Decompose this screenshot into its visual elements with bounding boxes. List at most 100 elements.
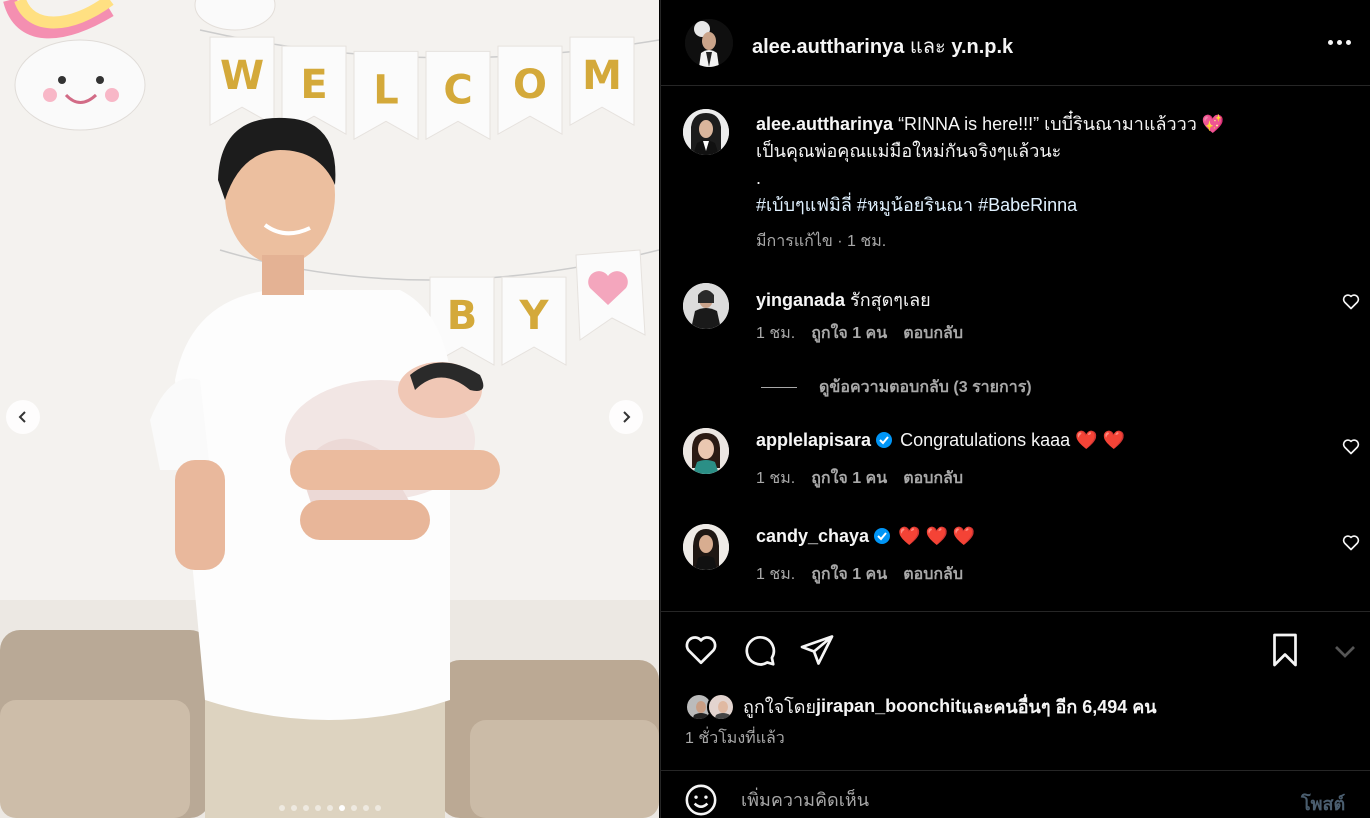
next-photo-button[interactable]	[609, 400, 643, 434]
caption-avatar-image	[683, 109, 729, 155]
banner-letter: E	[300, 62, 327, 108]
comment-likes[interactable]: ถูกใจ 1 คน	[811, 470, 887, 487]
banner-letter: B	[447, 293, 478, 339]
caption-meta: มีการแก้ไข · 1 ชม.	[756, 233, 887, 250]
share-icon[interactable]	[799, 632, 835, 668]
post-header: alee.auttharinya และ y.n.p.k	[661, 0, 1370, 86]
caption-line-3: .	[756, 168, 762, 188]
more-icon-dot	[1345, 39, 1351, 45]
authors-joiner: และ	[904, 36, 952, 58]
more-options-button[interactable]	[1325, 30, 1353, 54]
comment-reply-button[interactable]: ตอบกลับ	[903, 470, 963, 487]
liker-avatar-image	[709, 694, 733, 719]
liker-avatar	[707, 692, 735, 721]
carousel-dot	[338, 805, 345, 811]
commenter-avatar-image	[683, 428, 729, 474]
comment-heart-icon[interactable]	[1341, 436, 1361, 456]
comment-heart-icon[interactable]	[1341, 291, 1361, 311]
comment-time: 1 ชม.	[756, 470, 796, 487]
post-timestamp[interactable]: 1 ชั่วโมงที่แล้ว	[685, 726, 785, 751]
caption-line-1: “RINNA is here!!!” เบบี๋รินณามาแล้ววว 💖	[893, 114, 1225, 134]
comment-reply-button[interactable]: ตอบกลับ	[903, 325, 963, 342]
commenter-avatar[interactable]	[683, 283, 729, 329]
commenter-avatar-image	[683, 524, 729, 570]
carousel-dot	[290, 805, 297, 811]
carousel-dot	[302, 805, 309, 811]
banner-letter: O	[513, 62, 547, 108]
previous-photo-button[interactable]	[6, 400, 40, 434]
view-replies-button[interactable]: ดูข้อความตอบกลับ (3 รายการ)	[761, 375, 1032, 400]
comment-text: candy_chaya ❤️ ❤️ ❤️	[756, 526, 975, 547]
caption-hashtags[interactable]: #เบ้บๆแฟมิลี่ #หมูน้อยรินณา #BabeRinna	[756, 195, 1077, 215]
view-replies-label: ดูข้อความตอบกลับ (3 รายการ)	[819, 379, 1032, 396]
commenter-avatar[interactable]	[683, 524, 729, 570]
carousel-indicator	[0, 805, 659, 811]
post-authors: alee.auttharinya และ y.n.p.k	[752, 30, 1013, 62]
chevron-left-icon	[18, 411, 26, 423]
post-details-panel: alee.auttharinya และ y.n.p.k alee.auttha…	[660, 0, 1370, 818]
carousel-dot	[326, 805, 333, 811]
commenter-avatar-image	[683, 283, 729, 329]
comment-input[interactable]	[741, 785, 1281, 815]
comment-username[interactable]: applelapisara	[756, 430, 871, 450]
banner-letter: W	[220, 53, 264, 99]
post-caption: alee.auttharinya “RINNA is here!!!” เบบี…	[756, 111, 1346, 219]
carousel-dot	[278, 805, 285, 811]
scroll-down-icon[interactable]	[1327, 632, 1363, 668]
comment-body: รักสุดๆเลย	[845, 290, 931, 310]
verified-icon	[876, 432, 893, 448]
comments-scroll-area[interactable]: alee.auttharinya “RINNA is here!!!” เบบี…	[661, 87, 1370, 610]
carousel-dot	[350, 805, 357, 811]
comment-username[interactable]: candy_chaya	[756, 526, 869, 546]
comment-username[interactable]: yinganada	[756, 290, 845, 310]
verified-icon	[874, 528, 891, 544]
author-username[interactable]: alee.auttharinya	[752, 36, 904, 58]
add-comment-bar: โพสต์	[661, 770, 1370, 818]
comment-body: Congratulations kaaa ❤️ ❤️	[895, 430, 1126, 450]
comment-reply-button[interactable]: ตอบกลับ	[903, 566, 963, 583]
comment-meta: 1 ชม. ถูกใจ 1 คน ตอบกลับ	[756, 321, 979, 346]
likes-prefix: ถูกใจโดย	[743, 697, 817, 717]
post-actions: ถูกใจโดย jirapan_boonchit และ คนอื่นๆ อีก…	[661, 611, 1370, 751]
carousel-dot	[362, 805, 369, 811]
banner-letter: L	[373, 67, 399, 113]
comment-meta: 1 ชม. ถูกใจ 1 คน ตอบกลับ	[756, 562, 979, 587]
author-avatar-image	[685, 19, 733, 67]
comment-text: applelapisara Congratulations kaaa ❤️ ❤️	[756, 430, 1125, 451]
comment-body: ❤️ ❤️ ❤️	[893, 526, 976, 546]
comment-text: yinganada รักสุดๆเลย	[756, 285, 931, 314]
liker-username[interactable]: jirapan_boonchit	[816, 696, 961, 717]
likes-others-button[interactable]: คนอื่นๆ อีก 6,494 คน	[993, 692, 1156, 721]
comment-heart-icon[interactable]	[1341, 532, 1361, 552]
comment-likes[interactable]: ถูกใจ 1 คน	[811, 325, 887, 342]
more-icon-dot	[1336, 39, 1342, 45]
coauthor-username[interactable]: y.n.p.k	[951, 36, 1013, 58]
likes-summary: ถูกใจโดย jirapan_boonchit และ คนอื่นๆ อีก…	[685, 692, 1157, 721]
author-avatar[interactable]	[685, 19, 733, 67]
carousel-dot	[314, 805, 321, 811]
post-comment-button[interactable]: โพสต์	[1301, 789, 1345, 818]
likes-middle: และ	[961, 697, 994, 717]
likers-avatars[interactable]	[685, 692, 737, 721]
emoji-icon[interactable]	[684, 783, 718, 817]
post-photo[interactable]: WELCOM BY	[0, 0, 659, 818]
carousel-dot	[374, 805, 381, 811]
chevron-right-icon	[623, 411, 631, 423]
bookmark-icon[interactable]	[1267, 632, 1303, 668]
comment-icon[interactable]	[741, 632, 777, 668]
photo-scene: WELCOM BY	[0, 0, 659, 818]
more-icon	[1327, 39, 1333, 45]
caption-username[interactable]: alee.auttharinya	[756, 114, 893, 134]
caption-line-2: เป็นคุณพ่อคุณแม่มือใหม่กันจริงๆแล้วนะ	[756, 141, 1062, 161]
caption-avatar[interactable]	[683, 109, 729, 155]
view-replies-line	[761, 387, 797, 388]
commenter-avatar[interactable]	[683, 428, 729, 474]
comment-meta: 1 ชม. ถูกใจ 1 คน ตอบกลับ	[756, 466, 979, 491]
comment-time: 1 ชม.	[756, 566, 796, 583]
comment-time: 1 ชม.	[756, 325, 796, 342]
like-heart-icon[interactable]	[683, 632, 719, 668]
banner-letter: M	[582, 53, 622, 99]
comment-likes[interactable]: ถูกใจ 1 คน	[811, 566, 887, 583]
banner-letter: C	[443, 67, 472, 113]
banner-letter: Y	[519, 293, 550, 339]
